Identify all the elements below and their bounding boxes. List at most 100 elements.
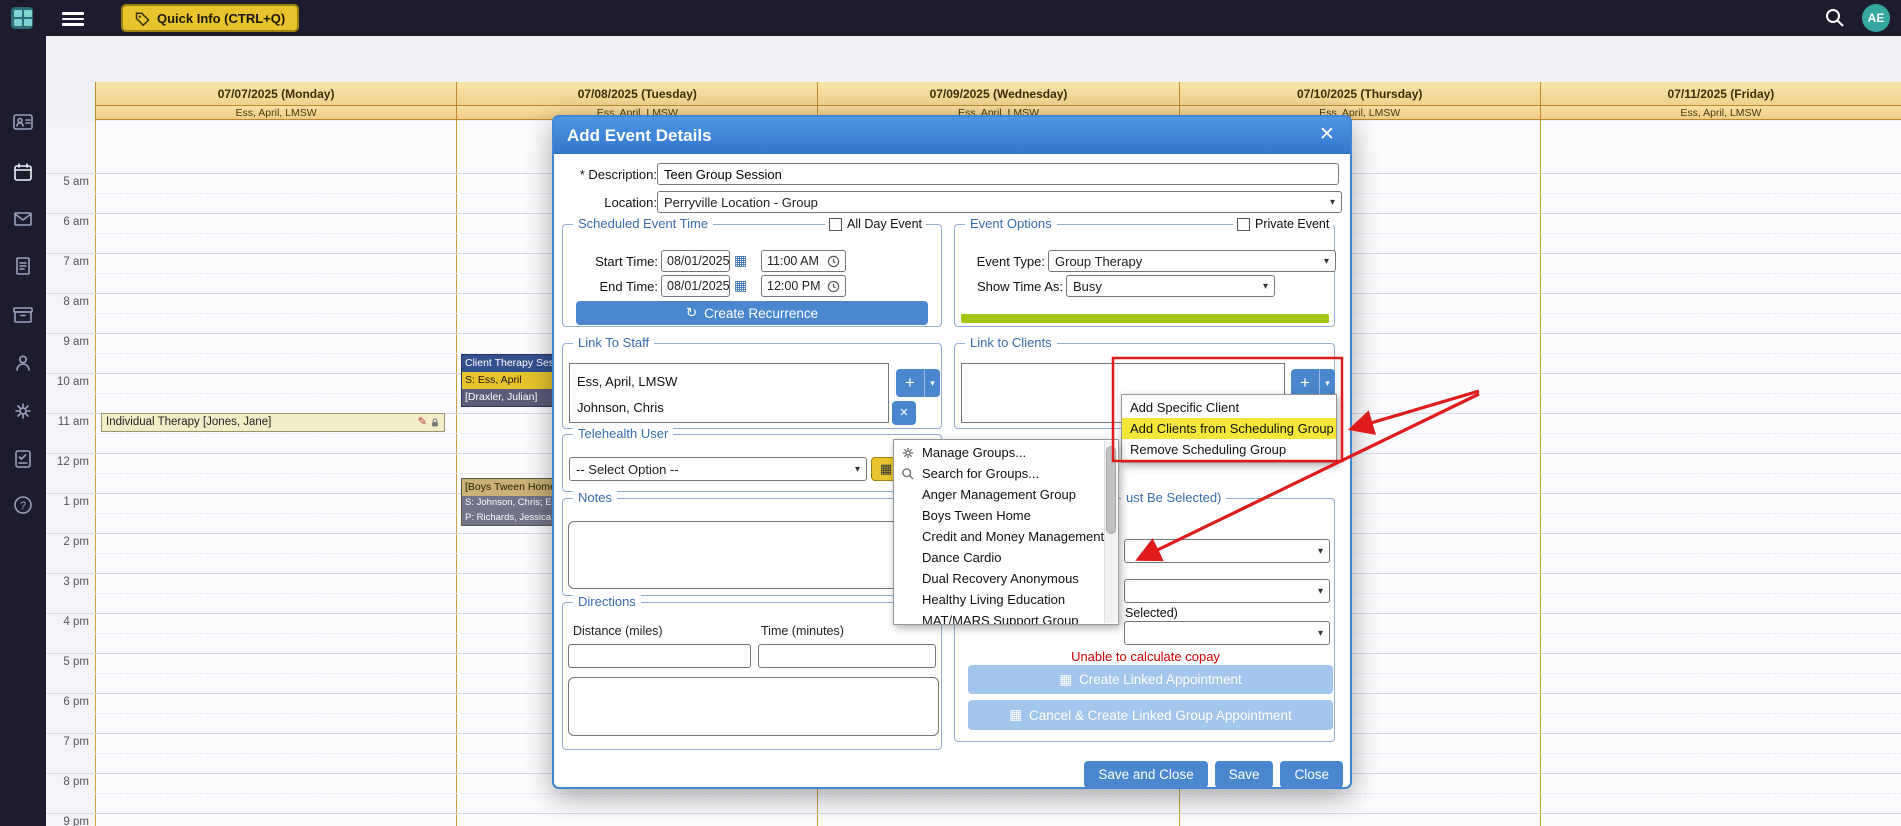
menu-scrollbar[interactable] <box>1104 441 1117 623</box>
staff-listbox[interactable]: Ess, April, LMSW Johnson, Chris <box>569 363 889 423</box>
description-input[interactable] <box>657 163 1339 185</box>
time-minutes-input[interactable] <box>758 644 936 668</box>
avatar[interactable]: AE <box>1862 4 1890 32</box>
mail-icon <box>14 212 32 226</box>
search-icon[interactable] <box>1824 7 1848 31</box>
event-individual-therapy[interactable]: Individual Therapy [Jones, Jane] ✎ <box>101 413 445 432</box>
clock-icon <box>827 280 840 292</box>
telehealth-user-select[interactable]: -- Select Option -- ▾ <box>569 457 867 481</box>
edit-pencil-icon[interactable]: ✎ <box>418 414 427 431</box>
menu-item-group[interactable]: MAT/MARS Support Group <box>894 610 1118 624</box>
menu-item-remove-scheduling-group[interactable]: Remove Scheduling Group <box>1122 439 1336 460</box>
menu-item-group[interactable]: Credit and Money Management <box>894 526 1118 547</box>
group-legend: Link to Clients <box>965 335 1057 350</box>
location-select[interactable]: Perryville Location - Group ▾ <box>657 191 1342 213</box>
distance-input[interactable] <box>568 644 751 668</box>
group-legend: Scheduled Event Time <box>573 216 714 231</box>
sidebar-item-reports[interactable] <box>12 255 34 277</box>
calendar-toolbar: ‹ Today › 07/07/2025 - 07/11/2025 ★ ▦ ☑ … <box>46 36 1901 112</box>
sidebar-item-messages[interactable] <box>12 208 34 230</box>
day-header-staff[interactable]: Ess, April, LMSW <box>96 106 457 120</box>
show-time-as-select[interactable]: Busy ▾ <box>1066 275 1275 297</box>
day-header-date: 07/10/2025 (Thursday) <box>1179 82 1540 106</box>
end-date-input[interactable]: 08/01/2025 <box>661 275 730 297</box>
svg-text:?: ? <box>20 500 26 512</box>
chevron-down-icon: ▾ <box>1317 627 1323 639</box>
show-time-as-label: Show Time As: <box>977 279 1063 294</box>
event-type-select[interactable]: Group Therapy ▾ <box>1048 250 1336 272</box>
menu-item-add-specific-client[interactable]: Add Specific Client <box>1122 397 1336 418</box>
hamburger-menu-icon[interactable] <box>62 9 84 27</box>
linked-select-2[interactable]: ▾ <box>1124 579 1330 603</box>
chevron-down-icon[interactable]: ▾ <box>1319 369 1335 397</box>
checkbox[interactable] <box>1237 217 1250 231</box>
chevron-down-icon: ▾ <box>1329 196 1335 208</box>
sidebar-item-calendar[interactable] <box>12 161 34 183</box>
all-day-event-checkbox[interactable]: All Day Event <box>825 217 927 231</box>
menu-item-group[interactable]: Dual Recovery Anonymous <box>894 568 1118 589</box>
save-button[interactable]: Save <box>1214 761 1274 788</box>
start-date-input[interactable]: 08/01/2025 <box>661 250 730 272</box>
chevron-down-icon: ▾ <box>1323 255 1329 267</box>
event-title: Client Therapy Sessi <box>462 355 557 372</box>
remove-staff-button[interactable]: × <box>892 401 916 425</box>
menu-item-group[interactable]: Healthy Living Education <box>894 589 1118 610</box>
chevron-down-icon[interactable]: ▾ <box>924 369 940 397</box>
menu-item-manage-groups[interactable]: Manage Groups... <box>894 442 1118 463</box>
staff-list-item[interactable]: Ess, April, LMSW <box>570 369 888 395</box>
sidebar-item-contacts[interactable] <box>12 111 34 133</box>
event-title: [Boys Tween Home]- <box>462 479 557 496</box>
menu-item-group[interactable]: Boys Tween Home <box>894 505 1118 526</box>
sidebar-item-clients[interactable] <box>12 352 34 374</box>
scheduled-event-time-group: Scheduled Event Time All Day Event Start… <box>562 216 942 327</box>
directions-textarea[interactable] <box>568 677 939 736</box>
event-participants: P: Richards, Jessica; <box>462 510 557 525</box>
plus-icon[interactable]: + <box>1291 369 1319 397</box>
distance-label: Distance (miles) <box>573 624 663 638</box>
checkbox[interactable] <box>829 217 842 231</box>
calendar-icon: ▦ <box>1009 707 1023 722</box>
end-time-input[interactable]: 12:00 PM <box>761 275 846 297</box>
menu-item-search-for-groups[interactable]: Search for Groups... <box>894 463 1118 484</box>
create-linked-appointment-button[interactable]: ▦ Create Linked Appointment <box>968 665 1333 694</box>
calendar-icon <box>14 163 32 181</box>
location-label: Location: <box>604 195 657 210</box>
close-icon[interactable]: ✕ <box>1314 122 1340 148</box>
create-recurrence-button[interactable]: ↻ Create Recurrence <box>576 301 928 325</box>
quick-info-button[interactable]: Quick Info (CTRL+Q) <box>121 4 300 32</box>
linked-select-1[interactable]: ▾ <box>1124 539 1330 563</box>
day-header-staff[interactable]: Ess, April, LMSW <box>1540 106 1901 120</box>
close-button[interactable]: Close <box>1280 761 1343 788</box>
notes-textarea[interactable] <box>568 521 939 589</box>
day-header-date: 07/09/2025 (Wednesday) <box>818 82 1179 106</box>
selected-label-partial: Selected) <box>1125 606 1178 620</box>
scrollbar-thumb[interactable] <box>1106 446 1116 534</box>
add-clients-button[interactable]: + ▾ <box>1291 369 1335 397</box>
sidebar-item-help[interactable]: ? <box>12 494 34 516</box>
sidebar-item-settings[interactable] <box>12 400 34 422</box>
linked-select-3[interactable]: ▾ <box>1124 621 1330 645</box>
event-boys-tween-home[interactable]: [Boys Tween Home]- S: Johnson, Chris; Es… <box>461 478 558 526</box>
staff-list-item[interactable]: Johnson, Chris <box>570 395 888 421</box>
menu-item-add-clients-from-scheduling-group[interactable]: Add Clients from Scheduling Group <box>1122 418 1336 439</box>
event-color-bar <box>961 314 1329 323</box>
start-date-calendar-icon[interactable]: ▦ <box>734 252 747 269</box>
start-time-input[interactable]: 11:00 AM <box>761 250 846 272</box>
day-header-date: 07/11/2025 (Friday) <box>1540 82 1901 106</box>
menu-item-group[interactable]: Dance Cardio <box>894 547 1118 568</box>
telehealth-user-group: Telehealth User -- Select Option -- ▾ ▦ <box>562 426 942 492</box>
event-client: [Draxler, Julian] <box>462 389 557 406</box>
end-date-calendar-icon[interactable]: ▦ <box>734 277 747 294</box>
cancel-create-linked-button[interactable]: ▦ Cancel & Create Linked Group Appointme… <box>968 700 1333 730</box>
plus-icon[interactable]: + <box>896 369 924 397</box>
notes-group: Notes <box>562 490 942 596</box>
sidebar-item-archive[interactable] <box>12 304 34 326</box>
sidebar-item-tasks[interactable] <box>12 447 34 469</box>
save-and-close-button[interactable]: Save and Close <box>1084 761 1208 788</box>
private-event-checkbox[interactable]: Private Event <box>1233 217 1334 231</box>
day-column-header: 07/07/2025 (Monday) Ess, April, LMSW <box>95 82 457 121</box>
event-client-therapy[interactable]: Client Therapy Sessi S: Ess, April [Drax… <box>461 354 558 407</box>
add-staff-button[interactable]: + ▾ <box>896 369 940 397</box>
archive-box-icon <box>13 307 33 323</box>
menu-item-group[interactable]: Anger Management Group <box>894 484 1118 505</box>
